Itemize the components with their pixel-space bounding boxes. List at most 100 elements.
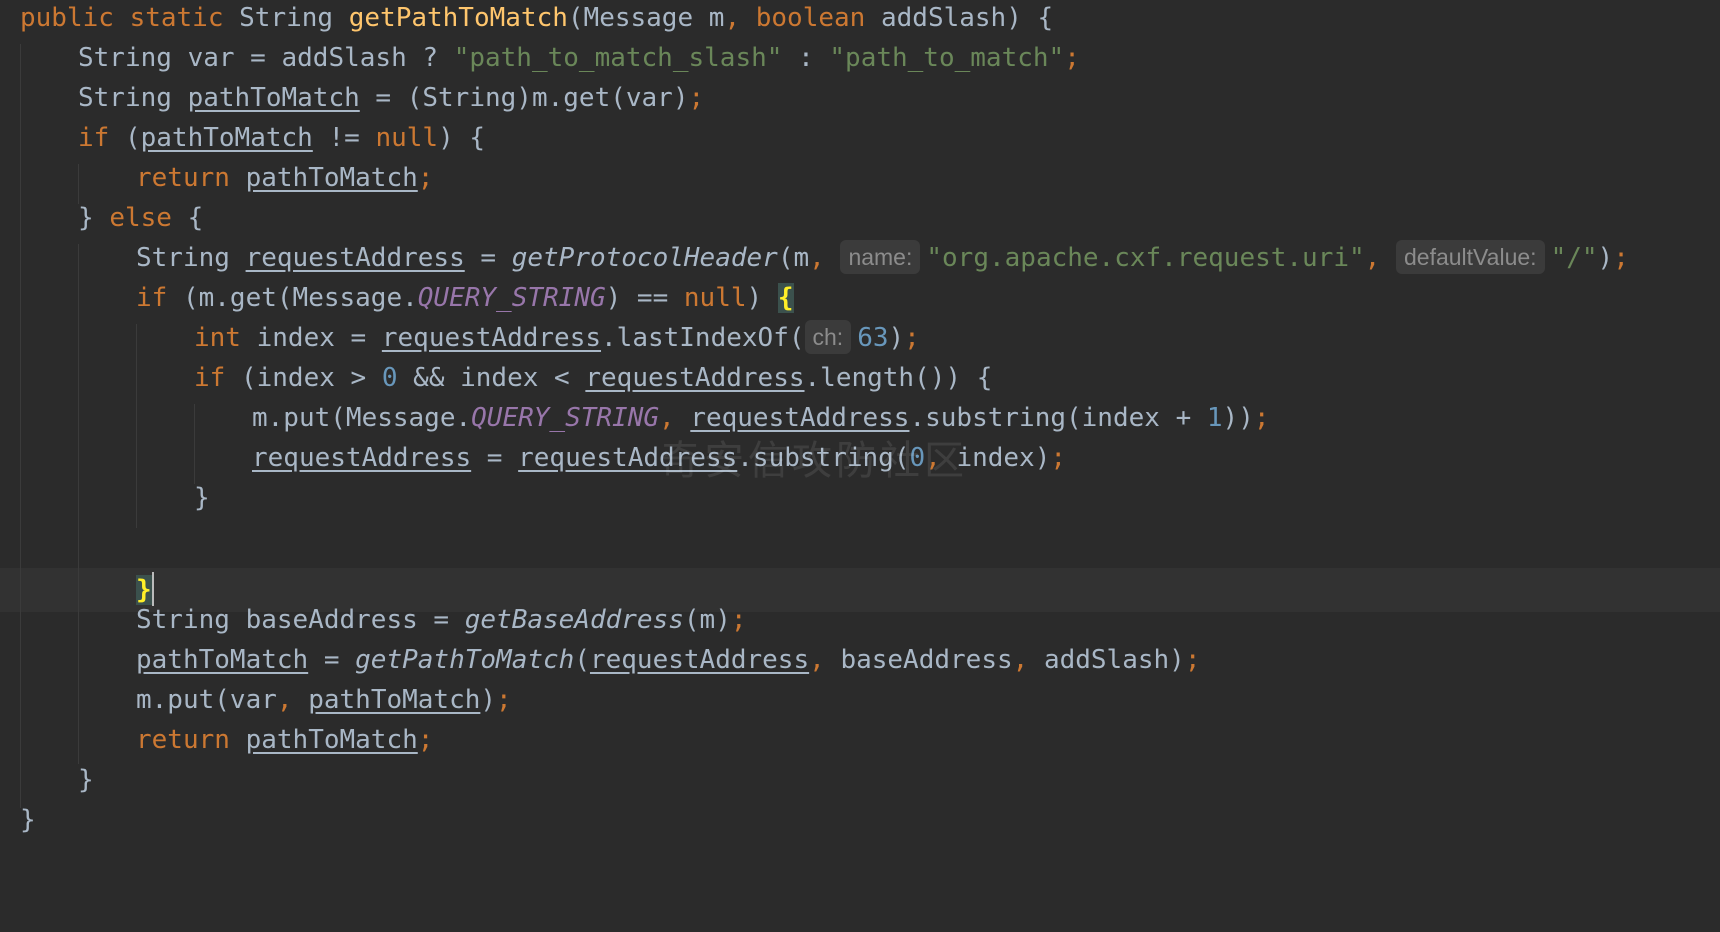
token-comma: ,: [809, 645, 841, 675]
token-variable: pathToMatch: [245, 163, 418, 193]
indent-guide: [78, 244, 79, 764]
token-variable: requestAddress: [381, 323, 602, 353]
token-number: 0: [381, 363, 398, 393]
parameter-hint: defaultValue:: [1395, 240, 1545, 274]
token-text: addSlash) {: [880, 3, 1054, 33]
token-text: !=: [312, 123, 376, 153]
token-variable: requestAddress: [518, 443, 738, 473]
token-string: "org.apache.cxf.request.uri": [926, 243, 1365, 273]
token-text: String var = addSlash ?: [78, 43, 454, 73]
token-variable: pathToMatch: [245, 725, 418, 755]
code-line-1[interactable]: public static String getPathToMatch(Mess…: [20, 0, 1053, 40]
code-line-5[interactable]: return pathToMatch;: [136, 156, 433, 200]
token-text: String baseAddress =: [136, 605, 465, 635]
code-editor[interactable]: public static String getPathToMatch(Mess…: [0, 0, 1720, 932]
code-line-12[interactable]: requestAddress = requestAddress.substrin…: [252, 436, 1066, 480]
token-string: "path_to_match_slash": [453, 43, 783, 73]
token-text: }: [194, 483, 210, 513]
token-text: (m: [777, 243, 810, 273]
code-line-13[interactable]: }: [194, 476, 210, 520]
code-line-16[interactable]: String baseAddress = getBaseAddress(m);: [136, 598, 747, 642]
indent-guide: [20, 44, 21, 808]
token-text: {: [187, 203, 204, 233]
token-keyword: if: [78, 123, 125, 153]
token-keyword: null: [683, 283, 747, 313]
token-number: 63: [857, 323, 889, 353]
token-text: ): [480, 685, 497, 715]
token-keyword: int: [194, 323, 257, 353]
token-text: ) {: [438, 123, 486, 153]
token-semicolon: ;: [1050, 443, 1067, 473]
token-semicolon: ;: [496, 685, 512, 715]
token-semicolon: ;: [1253, 403, 1270, 433]
code-line-8[interactable]: if (m.get(Message.QUERY_STRING) == null)…: [136, 276, 794, 320]
token-text: String: [78, 83, 188, 113]
token-text: m.put(var: [136, 685, 277, 715]
token-text: String: [136, 243, 246, 273]
token-variable: requestAddress: [690, 403, 910, 433]
token-semicolon: ;: [904, 323, 920, 353]
token-text: }: [78, 765, 94, 795]
token-text: :: [782, 43, 830, 73]
token-variable: requestAddress: [585, 363, 805, 393]
code-line-9[interactable]: int index = requestAddress.lastIndexOf(c…: [194, 316, 920, 360]
code-line-19[interactable]: return pathToMatch;: [136, 718, 433, 762]
indent-guide: [136, 324, 137, 528]
token-text: ): [1597, 243, 1614, 273]
token-text: addSlash): [1043, 645, 1185, 675]
token-text: )): [1222, 403, 1254, 433]
token-comma: ,: [724, 3, 756, 33]
token-variable: requestAddress: [589, 645, 810, 675]
code-line-7[interactable]: String requestAddress = getProtocolHeade…: [136, 236, 1629, 280]
parameter-hint: ch:: [804, 320, 852, 354]
token-static-method: getProtocolHeader: [511, 243, 778, 273]
token-type: String: [239, 3, 349, 33]
token-text: index =: [256, 323, 382, 353]
code-line-21[interactable]: }: [20, 798, 36, 842]
token-constant: QUERY_STRING: [471, 403, 659, 433]
token-comma: ,: [809, 243, 841, 273]
token-variable: pathToMatch: [140, 123, 313, 153]
token-comma: ,: [1012, 645, 1044, 675]
token-text: (: [124, 123, 141, 153]
token-number: 0: [909, 443, 926, 473]
token-text: =: [308, 645, 356, 675]
code-line-11[interactable]: m.put(Message.QUERY_STRING, requestAddre…: [252, 396, 1270, 440]
token-keyword: null: [375, 123, 439, 153]
token-text: }: [78, 203, 110, 233]
code-line-3[interactable]: String pathToMatch = (String)m.get(var);: [78, 76, 704, 120]
token-text: (Message m: [567, 3, 725, 33]
token-variable: pathToMatch: [308, 685, 481, 715]
token-semicolon: ;: [1184, 645, 1201, 675]
token-text: .length()) {: [804, 363, 993, 393]
token-text: (m): [683, 605, 731, 635]
code-line-17[interactable]: pathToMatch = getPathToMatch(requestAddr…: [136, 638, 1200, 682]
token-keyword: public static: [20, 3, 240, 33]
token-text: && index <: [397, 363, 586, 393]
token-constant: QUERY_STRING: [417, 283, 606, 313]
token-text: }: [20, 805, 36, 835]
token-keyword: return: [136, 163, 246, 193]
token-text: baseAddress: [840, 645, 1013, 675]
token-static-method: getPathToMatch: [355, 645, 575, 675]
token-semicolon: ;: [417, 163, 434, 193]
code-line-18[interactable]: m.put(var, pathToMatch);: [136, 678, 512, 722]
token-keyword: return: [136, 725, 246, 755]
code-line-2[interactable]: String var = addSlash ? "path_to_match_s…: [78, 36, 1080, 80]
code-line-20[interactable]: }: [78, 758, 94, 802]
token-semicolon: ;: [1613, 243, 1629, 273]
token-text: ): [746, 283, 778, 313]
code-line-4[interactable]: if (pathToMatch != null) {: [78, 116, 485, 160]
token-text: =: [464, 243, 512, 273]
token-semicolon: ;: [417, 725, 434, 755]
token-text: (: [574, 645, 590, 675]
indent-guide: [194, 404, 195, 484]
token-number: 1: [1206, 403, 1223, 433]
token-comma: ,: [1364, 243, 1396, 273]
matched-brace-open: {: [777, 283, 794, 313]
token-text: (index >: [240, 363, 382, 393]
token-method-name: getPathToMatch: [348, 3, 568, 33]
code-line-10[interactable]: if (index > 0 && index < requestAddress.…: [194, 356, 992, 400]
token-variable: requestAddress: [245, 243, 465, 273]
code-line-6[interactable]: } else {: [78, 196, 203, 240]
